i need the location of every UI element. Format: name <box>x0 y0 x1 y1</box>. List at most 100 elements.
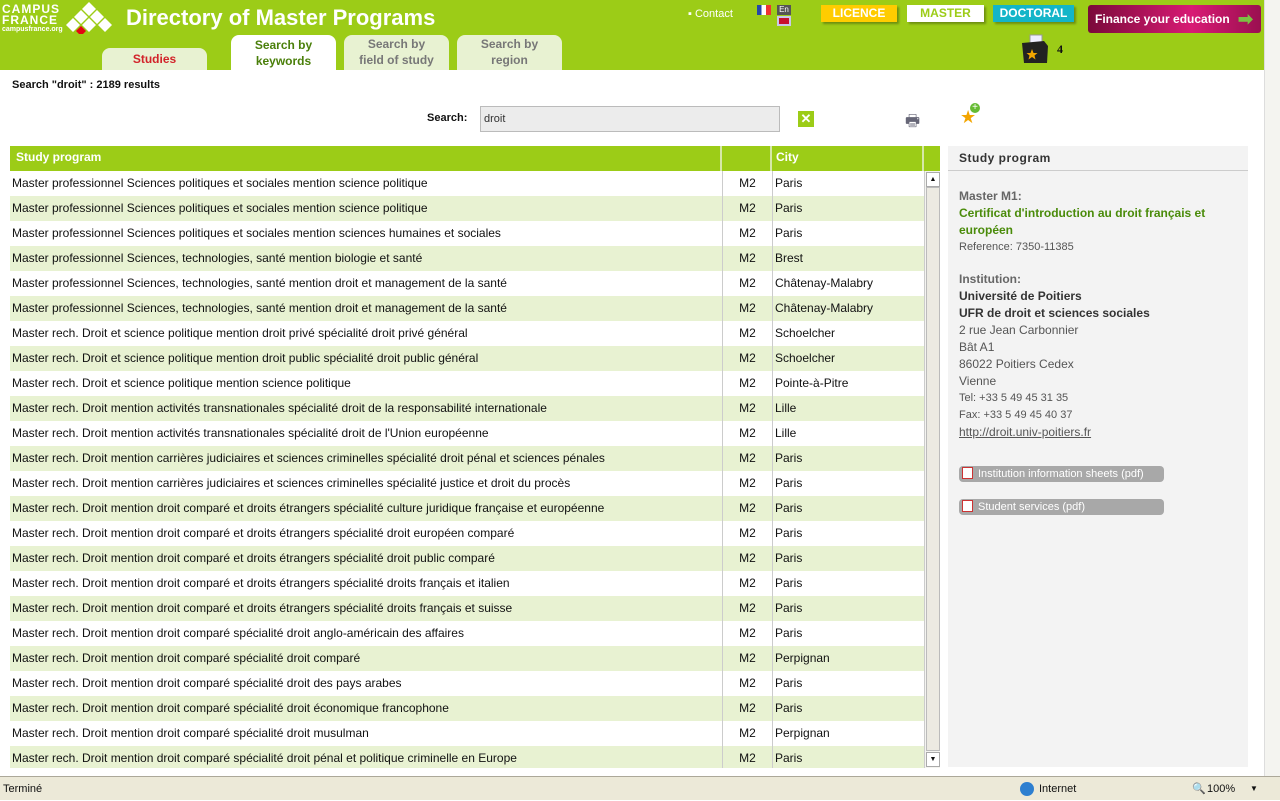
fax: Fax: +33 5 49 45 40 37 <box>959 409 1073 421</box>
table-row[interactable]: Master rech. Droit mention droit comparé… <box>10 671 924 696</box>
table-row[interactable]: Master rech. Droit mention droit comparé… <box>10 521 924 546</box>
city-cell: Paris <box>772 221 802 246</box>
flag-fr-icon[interactable] <box>757 5 771 15</box>
city-cell: Paris <box>772 546 802 571</box>
program-cell: Master professionnel Sciences politiques… <box>12 201 428 215</box>
city-cell: Schoelcher <box>772 346 835 371</box>
study-program-panel: Study program Master M1: Certificat d'in… <box>948 146 1248 767</box>
program-level: Master M1: <box>959 189 1022 203</box>
tab-studies[interactable]: Studies <box>102 48 207 70</box>
favorites-folder-icon[interactable] <box>1020 34 1050 64</box>
tab-search-region[interactable]: Search by region <box>457 35 562 70</box>
city-cell: Paris <box>772 196 802 221</box>
table-row[interactable]: Master rech. Droit et science politique … <box>10 371 924 396</box>
program-cell: Master rech. Droit et science politique … <box>12 326 468 340</box>
table-row[interactable]: Master rech. Droit et science politique … <box>10 321 924 346</box>
table-row[interactable]: Master rech. Droit mention droit comparé… <box>10 746 924 768</box>
program-cell: Master rech. Droit mention droit comparé… <box>12 651 361 665</box>
master-button[interactable]: MASTER <box>907 5 984 22</box>
arrow-right-icon: ➡ <box>1237 9 1253 29</box>
institution-sheets-pdf-button[interactable]: Institution information sheets (pdf) <box>959 466 1164 482</box>
program-cell: Master rech. Droit mention droit comparé… <box>12 551 495 565</box>
table-row[interactable]: Master professionnel Sciences, technolog… <box>10 296 924 321</box>
institution-unit: UFR de droit et sciences sociales <box>959 306 1150 320</box>
city-cell: Châtenay-Malabry <box>772 271 873 296</box>
finance-education-button[interactable]: Finance your education ➡ <box>1088 5 1261 33</box>
student-services-pdf-button[interactable]: Student services (pdf) <box>959 499 1164 515</box>
page-scrollbar[interactable] <box>1264 0 1280 776</box>
table-row[interactable]: Master professionnel Sciences, technolog… <box>10 271 924 296</box>
licence-button[interactable]: LICENCE <box>821 5 897 22</box>
table-row[interactable]: Master rech. Droit mention droit comparé… <box>10 621 924 646</box>
address-line: 86022 Poitiers Cedex <box>959 357 1074 371</box>
level-cell: M2 <box>722 446 772 471</box>
table-row[interactable]: Master rech. Droit mention activités tra… <box>10 421 924 446</box>
table-row[interactable]: Master rech. Droit mention droit comparé… <box>10 496 924 521</box>
clear-search-button[interactable]: ✕ <box>798 111 814 127</box>
level-cell: M2 <box>722 346 772 371</box>
institution-label: Institution: <box>959 272 1021 286</box>
campus-france-logo[interactable]: CAMPUS FRANCE campusfrance.org <box>2 2 112 34</box>
column-study-program[interactable]: Study program <box>10 146 722 171</box>
table-row[interactable]: Master rech. Droit mention carrières jud… <box>10 471 924 496</box>
table-row[interactable]: Master rech. Droit mention droit comparé… <box>10 696 924 721</box>
program-cell: Master rech. Droit mention droit comparé… <box>12 676 402 690</box>
globe-icon <box>1020 782 1034 796</box>
level-cell: M2 <box>722 296 772 321</box>
table-row[interactable]: Master rech. Droit mention droit comparé… <box>10 646 924 671</box>
flag-uk-icon[interactable] <box>777 16 791 26</box>
lang-en-button[interactable]: En <box>777 5 791 15</box>
table-row[interactable]: Master rech. Droit mention droit comparé… <box>10 596 924 621</box>
city-cell: Paris <box>772 596 802 621</box>
program-cell: Master rech. Droit mention droit comparé… <box>12 526 515 540</box>
table-row[interactable]: Master rech. Droit mention droit comparé… <box>10 721 924 746</box>
city-cell: Pointe-à-Pitre <box>772 371 848 396</box>
program-cell: Master rech. Droit mention carrières jud… <box>12 451 605 465</box>
scroll-thumb[interactable] <box>926 187 940 751</box>
column-city[interactable]: City <box>772 146 924 171</box>
scroll-down-button[interactable]: ▼ <box>926 752 940 767</box>
city-cell: Brest <box>772 246 803 271</box>
table-row[interactable]: Master professionnel Sciences, technolog… <box>10 246 924 271</box>
table-row[interactable]: Master rech. Droit et science politique … <box>10 346 924 371</box>
zoom-level[interactable]: 100% <box>1207 777 1235 801</box>
tab-search-field[interactable]: Search by field of study <box>344 35 449 70</box>
program-cell: Master rech. Droit et science politique … <box>12 376 351 390</box>
contact-link[interactable]: ▪ Contact <box>688 8 733 20</box>
institution-website-link[interactable]: http://droit.univ-poitiers.fr <box>959 424 1237 441</box>
favorites-count: 4 <box>1057 42 1063 56</box>
level-cell: M2 <box>722 271 772 296</box>
results-table: Master professionnel Sciences politiques… <box>10 171 924 768</box>
search-input[interactable] <box>480 106 780 132</box>
scroll-up-button[interactable]: ▲ <box>926 172 940 187</box>
status-text: Terminé <box>3 783 43 795</box>
program-cell: Master professionnel Sciences, technolog… <box>12 251 423 265</box>
city-cell: Paris <box>772 621 802 646</box>
program-cell: Master rech. Droit mention droit comparé… <box>12 626 464 640</box>
level-cell: M2 <box>722 246 772 271</box>
program-cell: Master rech. Droit mention droit comparé… <box>12 751 517 765</box>
program-cell: Master professionnel Sciences, technolog… <box>12 276 507 290</box>
table-row[interactable]: Master rech. Droit mention carrières jud… <box>10 446 924 471</box>
city-cell: Paris <box>772 446 802 471</box>
table-scrollbar[interactable]: ▲ ▼ <box>924 171 940 768</box>
zoom-dropdown-icon[interactable]: ▼ <box>1250 777 1258 801</box>
telephone: Tel: +33 5 49 45 31 35 <box>959 392 1069 404</box>
add-favorite-icon[interactable]: ★ + <box>960 103 980 128</box>
table-row[interactable]: Master rech. Droit mention droit comparé… <box>10 571 924 596</box>
doctoral-button[interactable]: DOCTORAL <box>993 5 1074 22</box>
level-cell: M2 <box>722 621 772 646</box>
column-level[interactable] <box>722 146 772 171</box>
status-bar: Terminé Internet 🔍 100% ▼ <box>0 776 1280 800</box>
level-cell: M2 <box>722 521 772 546</box>
table-row[interactable]: Master professionnel Sciences politiques… <box>10 196 924 221</box>
city-cell: Lille <box>772 421 796 446</box>
tab-search-keywords[interactable]: Search by keywords <box>231 35 336 70</box>
table-row[interactable]: Master rech. Droit mention activités tra… <box>10 396 924 421</box>
table-header: Study program City <box>10 146 940 171</box>
table-row[interactable]: Master professionnel Sciences politiques… <box>10 171 924 196</box>
print-icon[interactable]: 🖶 <box>905 110 920 137</box>
institution-name: Université de Poitiers <box>959 289 1082 303</box>
table-row[interactable]: Master professionnel Sciences politiques… <box>10 221 924 246</box>
table-row[interactable]: Master rech. Droit mention droit comparé… <box>10 546 924 571</box>
